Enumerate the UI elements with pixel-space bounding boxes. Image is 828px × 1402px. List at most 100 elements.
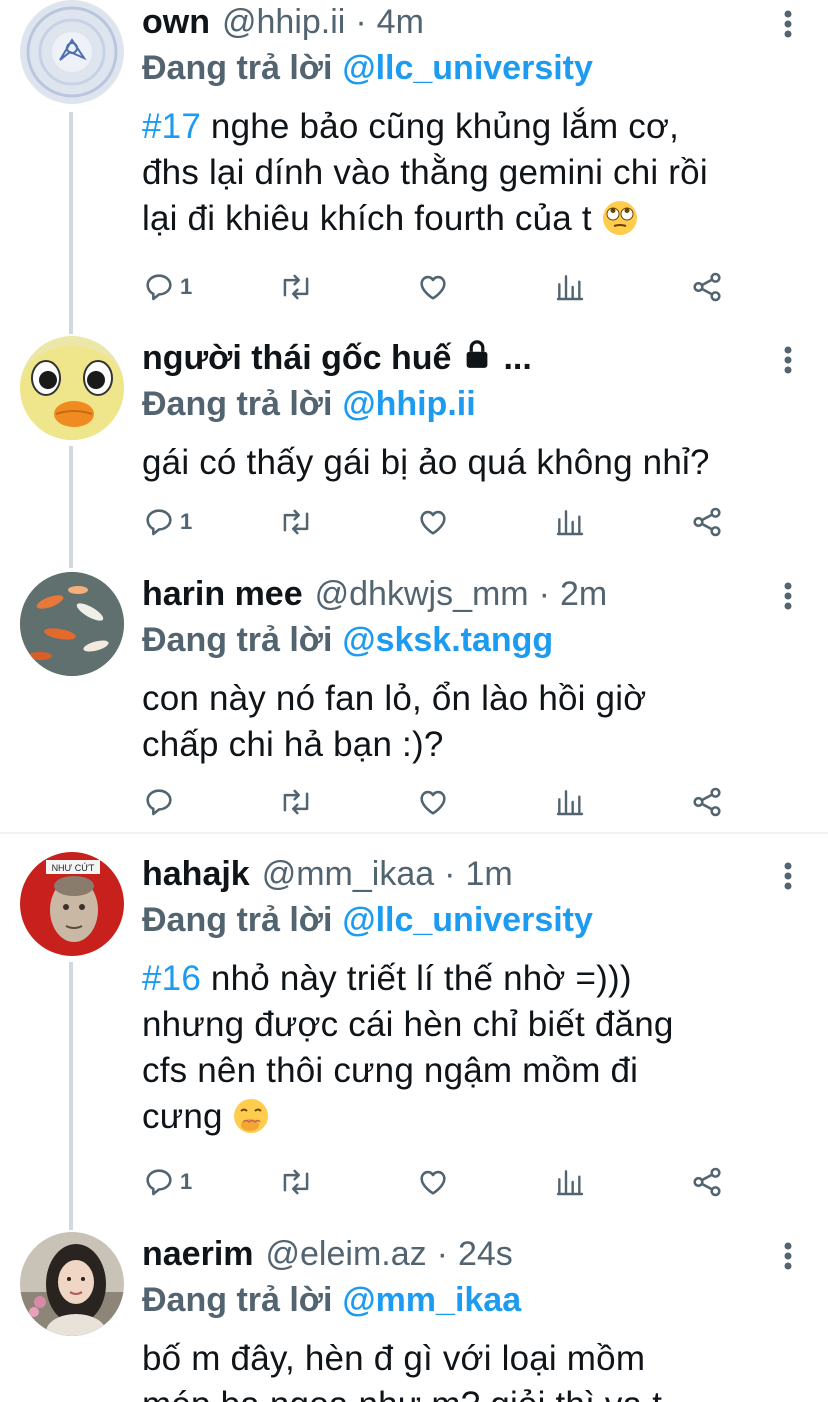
replying-mention[interactable]: @hhip.ii — [342, 385, 475, 424]
tweet-text: con này nó fan lỏ, ổn lào hồi giờ chấp c… — [142, 676, 808, 768]
replying-mention[interactable]: @llc_university — [342, 901, 592, 940]
reply-button[interactable] — [142, 782, 176, 822]
replying-label: Đang trả lời — [142, 900, 333, 939]
retweet-button[interactable] — [278, 782, 314, 822]
replying-to: Đang trả lời @llc_university — [142, 898, 808, 942]
reply-button[interactable]: 1 — [142, 267, 192, 307]
share-button[interactable] — [690, 782, 724, 822]
retweet-button[interactable] — [278, 502, 314, 542]
text-line: lại đi khiêu khích fourth của t — [142, 199, 592, 238]
face-with-hand-over-mouth-icon — [233, 1098, 269, 1134]
views-button[interactable] — [554, 1162, 586, 1202]
like-button[interactable] — [416, 1162, 450, 1202]
analytics-icon — [556, 275, 584, 301]
heart-icon — [420, 1170, 446, 1195]
reply-icon — [146, 274, 172, 301]
share-icon — [693, 787, 721, 817]
timestamp[interactable]: 2m — [560, 575, 607, 614]
reply-count: 1 — [180, 509, 193, 534]
tweet-text: #17 nghe bảo cũng khủng lắm cơ, đhs lại … — [142, 104, 808, 242]
reply-icon — [146, 1169, 172, 1196]
text-line: gái có thấy gái bị ảo quá không nhỉ? — [142, 443, 710, 482]
tweet[interactable]: NHƯ CỨT hahajk @mm_ikaa · 1m Đang trả lờ… — [0, 852, 828, 1224]
share-icon — [693, 507, 721, 537]
display-name[interactable]: hahajk — [142, 855, 250, 894]
tweet[interactable]: naerim @eleim.az · 24s Đang trả lời @mm_… — [0, 1232, 828, 1402]
replying-to: Đang trả lời @llc_university — [142, 46, 808, 90]
text-line: bố m đây, hèn đ gì với loại mồm — [142, 1339, 646, 1378]
text-line: chấp chi hả bạn :)? — [142, 725, 444, 764]
replying-label: Đang trả lời — [142, 1280, 333, 1319]
text-line: nhưng được cái hèn chỉ biết đăng — [142, 1005, 674, 1044]
separator: · — [436, 1234, 448, 1273]
heart-icon — [420, 510, 446, 535]
more-options-icon[interactable] — [768, 1236, 808, 1276]
user-handle[interactable]: @dhkwjs_mm — [315, 575, 529, 614]
text-line: đhs lại dính vào thằng gemini chi rồi — [142, 153, 708, 192]
like-button[interactable] — [416, 782, 450, 822]
display-name[interactable]: own — [142, 3, 210, 42]
like-button[interactable] — [416, 267, 450, 307]
avatar-caption: NHƯ CỨT — [52, 863, 95, 873]
views-button[interactable] — [554, 782, 586, 822]
views-button[interactable] — [554, 267, 586, 307]
like-button[interactable] — [416, 502, 450, 542]
avatar[interactable] — [20, 572, 124, 676]
views-button[interactable] — [554, 502, 586, 542]
more-options-icon[interactable] — [768, 4, 808, 44]
hashtag[interactable]: #17 — [142, 107, 201, 146]
text-line: nghe bảo cũng khủng lắm cơ, — [201, 107, 680, 146]
share-button[interactable] — [690, 267, 724, 307]
hashtag[interactable]: #16 — [142, 959, 201, 998]
analytics-icon — [556, 790, 584, 816]
user-handle[interactable]: @eleim.az — [266, 1235, 427, 1274]
user-handle[interactable]: @mm_ikaa — [262, 855, 434, 894]
more-options-icon[interactable] — [768, 856, 808, 896]
avatar[interactable]: NHƯ CỨT — [20, 852, 124, 956]
separator: · — [355, 2, 367, 41]
tweet-text: #16 nhỏ này triết lí thế nhờ =))) nhưng … — [142, 956, 808, 1140]
divider — [0, 832, 828, 834]
share-button[interactable] — [690, 502, 724, 542]
replying-to: Đang trả lời @sksk.tangg — [142, 618, 808, 662]
retweet-button[interactable] — [278, 1162, 314, 1202]
replying-label: Đang trả lời — [142, 384, 333, 423]
face-with-rolling-eyes-icon — [602, 200, 638, 236]
retweet-icon — [283, 1169, 309, 1195]
retweet-icon — [283, 274, 309, 300]
analytics-icon — [556, 510, 584, 536]
tweet[interactable]: own @hhip.ii · 4m Đang trả lời @llc_univ… — [0, 0, 828, 330]
avatar[interactable] — [20, 336, 124, 440]
user-handle[interactable]: @hhip.ii — [222, 3, 345, 42]
timestamp[interactable]: 1m — [466, 855, 513, 894]
share-button[interactable] — [690, 1162, 724, 1202]
replying-mention[interactable]: @sksk.tangg — [342, 621, 553, 660]
avatar[interactable] — [20, 1232, 124, 1336]
reply-feed: own @hhip.ii · 4m Đang trả lời @llc_univ… — [0, 0, 828, 1402]
reply-button[interactable]: 1 — [142, 1162, 192, 1202]
separator: · — [444, 854, 456, 893]
timestamp[interactable]: 4m — [377, 3, 424, 42]
text-line: cưng — [142, 1097, 223, 1136]
tweet[interactable]: người thái gốc huế ... Đang trả lời @hhi… — [0, 336, 828, 566]
replying-mention[interactable]: @llc_university — [342, 49, 592, 88]
more-options-icon[interactable] — [768, 340, 808, 380]
share-icon — [693, 1167, 721, 1197]
heart-icon — [420, 275, 446, 300]
replying-label: Đang trả lời — [142, 620, 333, 659]
heart-icon — [420, 790, 446, 815]
tweet[interactable]: harin mee @dhkwjs_mm · 2m Đang trả lời @… — [0, 572, 828, 828]
retweet-button[interactable] — [278, 267, 314, 307]
separator: · — [538, 574, 550, 613]
display-name[interactable]: naerim — [142, 1235, 254, 1274]
reply-button[interactable]: 1 — [142, 502, 192, 542]
replying-mention[interactable]: @mm_ikaa — [342, 1281, 521, 1320]
text-line: cfs nên thôi cưng ngậm mồm đi — [142, 1051, 639, 1090]
more-options-icon[interactable] — [768, 576, 808, 616]
avatar[interactable] — [20, 0, 124, 104]
display-name[interactable]: người thái gốc huế — [142, 339, 451, 378]
timestamp[interactable]: 24s — [458, 1235, 513, 1274]
display-name[interactable]: harin mee — [142, 575, 303, 614]
retweet-icon — [283, 509, 309, 535]
tweet-text: gái có thấy gái bị ảo quá không nhỉ? — [142, 440, 808, 486]
